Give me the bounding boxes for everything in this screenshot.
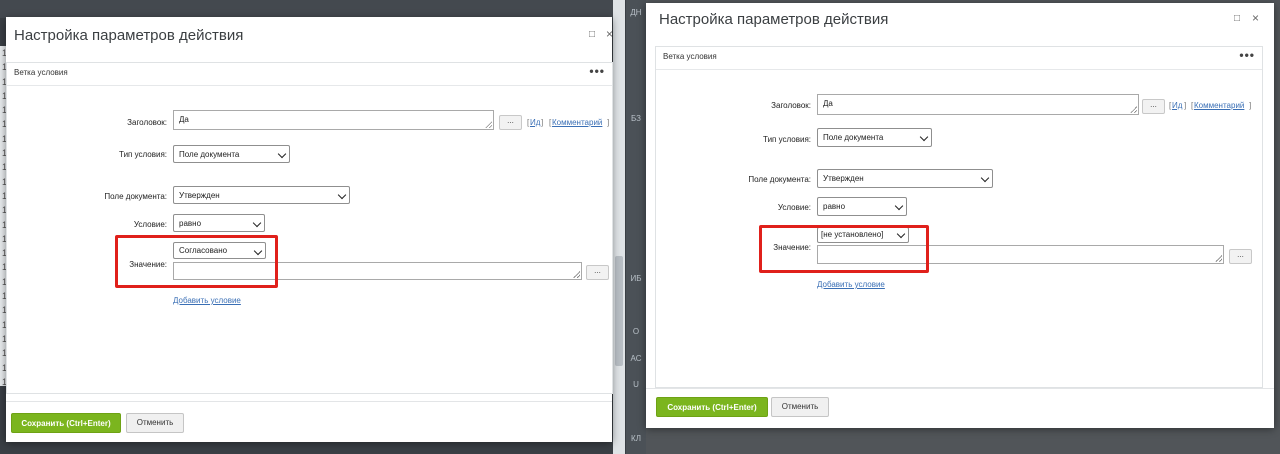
title-ellipsis-button[interactable]: ... — [1142, 99, 1165, 114]
chevron-down-icon — [980, 173, 990, 183]
condition-label: Условие: — [133, 220, 167, 229]
close-icon[interactable]: × — [606, 27, 613, 41]
close-icon[interactable]: × — [1252, 11, 1259, 25]
chevron-down-icon — [894, 201, 904, 211]
title-input[interactable]: Да — [817, 94, 1139, 115]
condition-label: Условие: — [777, 203, 811, 212]
comment-link-bracket-open: [ — [1191, 101, 1194, 110]
panel-title: Ветка условия — [663, 52, 717, 61]
document-field-label: Поле документа: — [748, 175, 811, 184]
condition-type-value: Поле документа — [179, 150, 240, 159]
chevron-down-icon — [277, 149, 287, 159]
document-field-select[interactable]: Утвержден — [817, 169, 993, 188]
left-scrollbar-track[interactable] — [613, 0, 625, 454]
maximize-icon[interactable]: □ — [589, 29, 595, 40]
condition-value: равно — [823, 202, 846, 211]
id-link[interactable]: Ид — [1172, 101, 1182, 110]
more-menu-icon[interactable]: ••• — [589, 64, 605, 78]
chevron-down-icon — [337, 190, 347, 200]
title-ellipsis-button[interactable]: ... — [499, 115, 522, 130]
comment-link-bracket-close: ] — [1249, 101, 1252, 110]
value-ellipsis-button[interactable]: ... — [1229, 249, 1252, 264]
id-link-bracket-close: ] — [541, 118, 544, 127]
dialog-footer: Сохранить (Ctrl+Enter) Отменить — [6, 401, 612, 442]
condition-type-select[interactable]: Поле документа — [817, 128, 932, 147]
comment-link-bracket-open: [ — [549, 118, 552, 127]
condition-type-label: Тип условия: — [763, 135, 811, 144]
condition-type-select[interactable]: Поле документа — [173, 145, 290, 163]
dialog-title: Настройка параметров действия — [14, 27, 244, 44]
condition-type-label: Тип условия: — [119, 150, 167, 159]
resize-grip-icon[interactable] — [1215, 255, 1222, 262]
chevron-down-icon — [919, 132, 929, 142]
value-ellipsis-button[interactable]: ... — [586, 265, 609, 280]
panel-title: Ветка условия — [14, 68, 68, 77]
document-field-label: Поле документа: — [104, 192, 167, 201]
dialog-title: Настройка параметров действия — [659, 11, 889, 28]
left-scrollbar-thumb[interactable] — [615, 256, 623, 366]
dialog-footer: Сохранить (Ctrl+Enter) Отменить — [646, 388, 1274, 428]
add-condition-link[interactable]: Добавить условие — [173, 296, 241, 305]
right-side-menu-strip: ДН БЗ ИБ О АС U КЛ — [626, 0, 646, 454]
add-condition-link[interactable]: Добавить условие — [817, 280, 885, 289]
panel-header: Ветка условия ••• — [656, 47, 1262, 70]
document-field-value: Утвержден — [823, 174, 864, 183]
save-button[interactable]: Сохранить (Ctrl+Enter) — [11, 413, 121, 433]
title-input-value: Да — [823, 99, 833, 108]
document-field-select[interactable]: Утвержден — [173, 186, 350, 204]
title-input-value: Да — [179, 115, 189, 124]
title-label: Заголовок: — [127, 118, 167, 127]
left-background-top-bar — [0, 0, 620, 18]
id-link-bracket-close: ] — [1184, 101, 1187, 110]
chevron-down-icon — [252, 218, 262, 228]
panel-header: Ветка условия ••• — [7, 63, 612, 86]
comment-link[interactable]: Комментарий — [552, 118, 602, 127]
resize-grip-icon[interactable] — [485, 121, 492, 128]
title-input[interactable]: Да — [173, 110, 494, 130]
more-menu-icon[interactable]: ••• — [1239, 48, 1255, 62]
document-field-value: Утвержден — [179, 191, 220, 200]
save-button[interactable]: Сохранить (Ctrl+Enter) — [656, 397, 768, 417]
id-link-bracket-open: [ — [527, 118, 530, 127]
comment-link[interactable]: Комментарий — [1194, 101, 1244, 110]
highlight-box — [115, 235, 278, 288]
condition-value: равно — [179, 219, 202, 228]
resize-grip-icon[interactable] — [1130, 106, 1137, 113]
condition-type-value: Поле документа — [823, 133, 884, 142]
condition-select[interactable]: равно — [817, 197, 907, 216]
maximize-icon[interactable]: □ — [1234, 13, 1240, 24]
id-link-bracket-open: [ — [1169, 101, 1172, 110]
right-action-settings-dialog: Настройка параметров действия □ × Ветка … — [646, 3, 1274, 428]
cancel-button[interactable]: Отменить — [126, 413, 184, 433]
left-action-settings-dialog: Настройка параметров действия □ × Ветка … — [6, 17, 613, 442]
highlight-box — [759, 225, 929, 273]
cancel-button[interactable]: Отменить — [771, 397, 829, 417]
comment-link-bracket-close: ] — [607, 118, 610, 127]
resize-grip-icon[interactable] — [573, 271, 580, 278]
id-link[interactable]: Ид — [530, 118, 540, 127]
condition-select[interactable]: равно — [173, 214, 265, 232]
title-label: Заголовок: — [771, 101, 811, 110]
